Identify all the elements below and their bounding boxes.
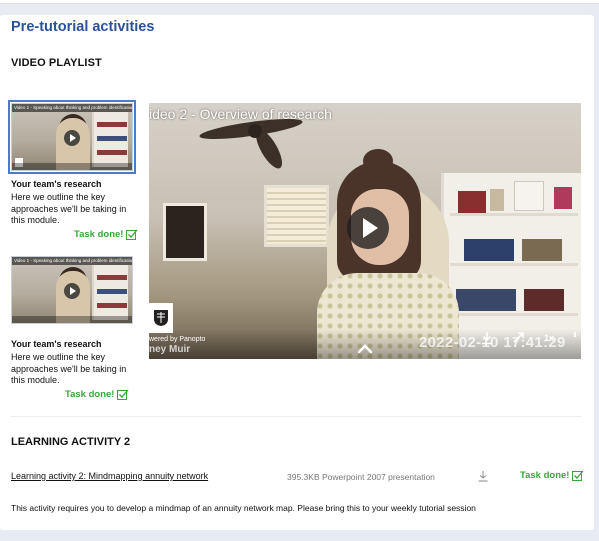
video-player[interactable]: ideo 2 - Overview of research wered by P… xyxy=(149,103,581,359)
window xyxy=(264,185,329,247)
play-icon[interactable] xyxy=(64,283,80,299)
bottom-background xyxy=(0,530,599,541)
playback-speed-button[interactable]: 1x xyxy=(544,333,554,343)
playlist-thumbnail-1[interactable]: Video 1 - Speaking about thinking and pr… xyxy=(8,100,136,174)
thumbnail-caption: Video 1 - Speaking about thinking and pr… xyxy=(12,104,132,112)
playlist-item-description-1: Here we outline the key approaches we'll… xyxy=(11,192,127,225)
checkbox-checked-icon xyxy=(572,470,584,481)
learning-activity-description: This activity requires you to develop a … xyxy=(11,503,476,513)
video-playlist-heading: VIDEO PLAYLIST xyxy=(11,57,102,69)
chevron-up-icon[interactable] xyxy=(354,339,376,359)
checkbox-checked-icon xyxy=(126,229,138,240)
playlist-thumbnail-2[interactable]: Video 1 - Speaking about thinking and pr… xyxy=(11,256,133,324)
download-icon[interactable] xyxy=(477,470,489,482)
video-title: ideo 2 - Overview of research xyxy=(149,106,332,122)
page-title: Pre-tutorial activities xyxy=(11,19,155,35)
play-icon[interactable] xyxy=(64,130,80,146)
playlist-item-title-1[interactable]: Your team's research xyxy=(11,179,102,189)
expand-icon[interactable] xyxy=(512,331,525,344)
checkbox-checked-icon xyxy=(117,389,129,400)
bookshelf xyxy=(92,112,128,167)
fullscreen-icon[interactable] xyxy=(574,331,581,343)
thumbnail-caption: Video 1 - Speaking about thinking and pr… xyxy=(12,257,132,265)
learning-activity-link[interactable]: Learning activity 2: Mindmapping annuity… xyxy=(11,471,208,481)
task-done-label: Task done! xyxy=(520,470,570,481)
play-icon[interactable] xyxy=(347,207,389,249)
task-done-badge-1: Task done! xyxy=(74,229,138,240)
file-meta: 395.3KB Powerpoint 2007 presentation xyxy=(287,472,435,482)
playlist-item-description-2: Here we outline the key approaches we'll… xyxy=(11,352,127,385)
task-done-label: Task done! xyxy=(74,229,124,240)
task-done-badge-2: Task done! xyxy=(65,389,129,400)
university-logo-icon xyxy=(149,303,173,333)
task-done-badge-activity: Task done! xyxy=(520,470,584,481)
learning-activity-heading: LEARNING ACTIVITY 2 xyxy=(11,436,131,448)
previous-card-edge xyxy=(0,0,599,4)
section-divider xyxy=(11,416,581,417)
task-done-label: Task done! xyxy=(65,389,115,400)
powered-by-label: wered by Panopto xyxy=(149,336,206,343)
bookshelf xyxy=(92,265,128,320)
playlist-item-title-2[interactable]: Your team's research xyxy=(11,339,102,349)
picture-frame xyxy=(163,203,207,261)
download-icon[interactable] xyxy=(481,331,493,345)
presenter-name: ney Muir xyxy=(149,344,191,355)
